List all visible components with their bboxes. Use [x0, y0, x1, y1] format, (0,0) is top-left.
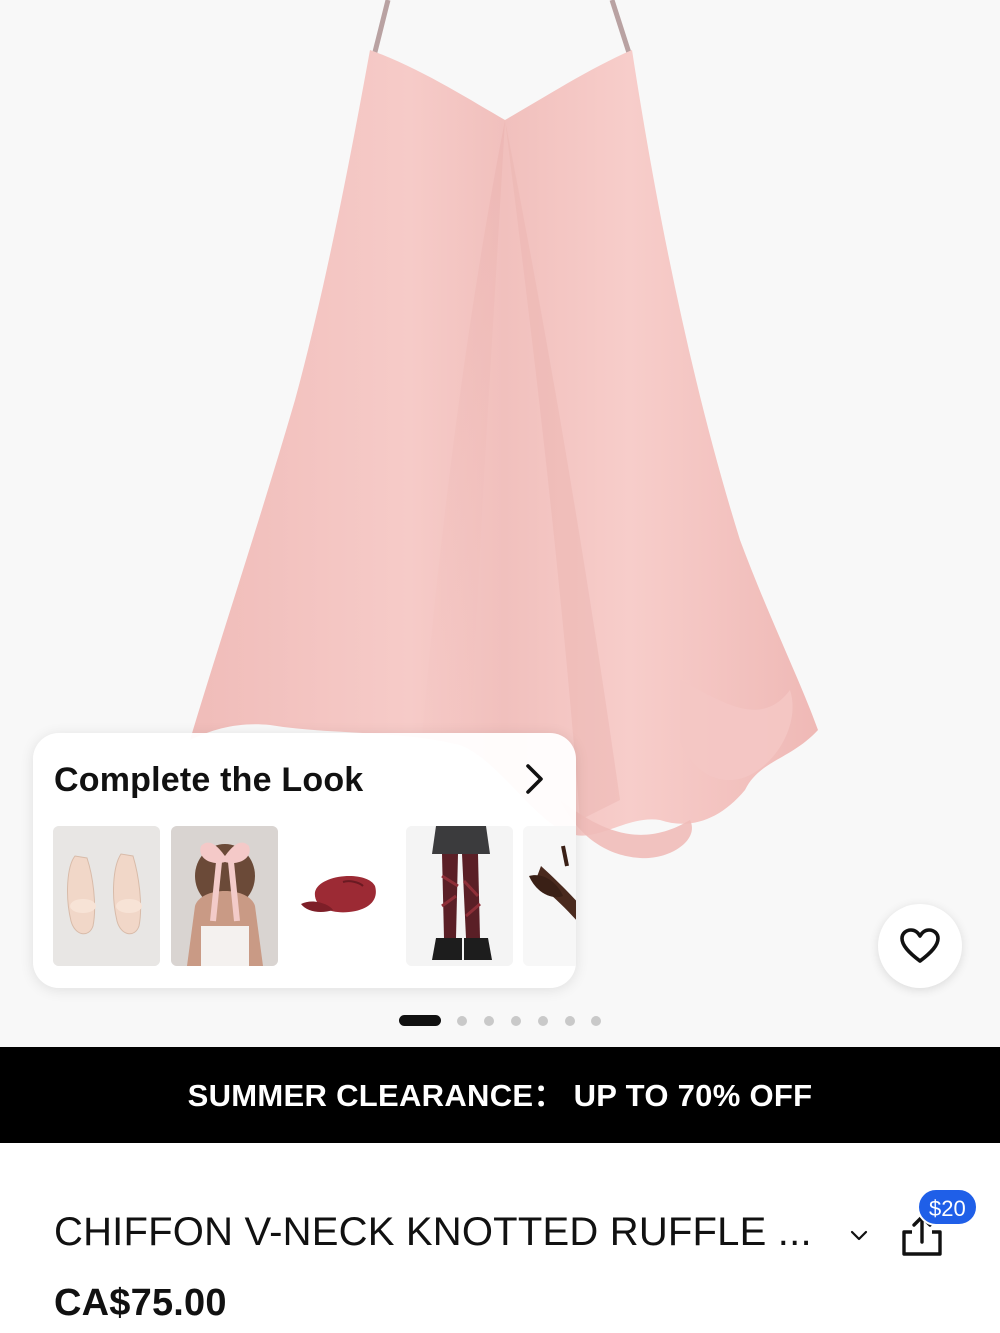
wishlist-button[interactable] [878, 904, 962, 988]
carousel-dot[interactable] [511, 1016, 521, 1026]
carousel-pagination [399, 1015, 609, 1027]
carousel-dot[interactable] [457, 1016, 467, 1026]
carousel-dot-active[interactable] [399, 1015, 441, 1026]
look-item[interactable] [53, 826, 160, 966]
carousel-dot[interactable] [538, 1016, 548, 1026]
share-reward-badge: $20 [917, 1188, 978, 1226]
product-title-toggle[interactable]: CHIFFON V-NECK KNOTTED RUFFLE ... [54, 1210, 874, 1260]
promo-text: SUMMER CLEARANCE： UP TO 70% OFF [187, 1078, 813, 1113]
complete-the-look-title: Complete the Look [54, 761, 364, 799]
carousel-dot[interactable] [484, 1016, 494, 1026]
look-item[interactable] [171, 826, 278, 966]
chevron-down-icon [850, 1230, 868, 1241]
brown-slingback-heels-image [523, 826, 576, 966]
promo-banner[interactable]: SUMMER CLEARANCE： UP TO 70% OFF [0, 1047, 1000, 1143]
complete-the-look-thumbnails [53, 826, 576, 966]
look-item[interactable] [289, 826, 396, 966]
product-title: CHIFFON V-NECK KNOTTED RUFFLE ... [54, 1210, 812, 1254]
plaid-tights-outfit-image [406, 826, 513, 966]
carousel-dot[interactable] [565, 1016, 575, 1026]
complete-the-look-card[interactable]: Complete the Look [33, 733, 576, 988]
red-cap-image [289, 826, 396, 966]
hair-bow-image [171, 826, 278, 966]
carousel-dot[interactable] [591, 1016, 601, 1026]
look-item[interactable] [523, 826, 576, 966]
product-price: CA$75.00 [54, 1282, 227, 1324]
heart-icon [900, 928, 940, 963]
heeled-sandals-image [53, 826, 160, 966]
chevron-right-icon[interactable] [519, 761, 549, 797]
look-item[interactable] [406, 826, 513, 966]
